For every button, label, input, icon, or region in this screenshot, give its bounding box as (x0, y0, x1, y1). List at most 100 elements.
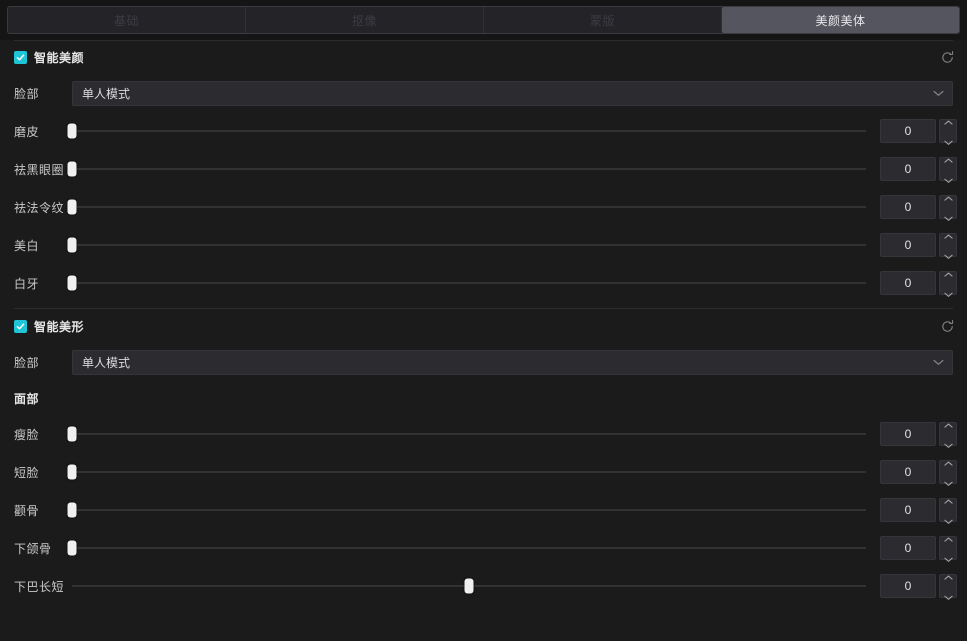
chevron-down-icon (933, 91, 944, 97)
chevron-down-icon (943, 216, 953, 221)
stepper-down-icon[interactable] (943, 132, 953, 150)
slider-face-slim[interactable] (67, 422, 866, 446)
value-input-slider-dark-circles[interactable]: 0 (880, 157, 936, 181)
slider-track (72, 509, 866, 511)
stepper-slider-whitening[interactable] (939, 233, 957, 259)
slider-thumb[interactable] (67, 502, 77, 518)
stepper-down-icon[interactable] (943, 473, 953, 491)
stepper-up-icon[interactable] (943, 264, 953, 282)
stepper-slider-face-slim[interactable] (939, 422, 957, 448)
stepper-down-icon[interactable] (943, 208, 953, 226)
slider-thumb[interactable] (67, 540, 77, 556)
slider-thumb[interactable] (67, 275, 77, 291)
slider-track (72, 168, 866, 170)
slider-teeth-whitening[interactable] (67, 271, 866, 295)
label-slider-dark-circles: 祛黑眼圈 (14, 162, 65, 177)
settings-scroll-panel[interactable]: 智能美颜 脸部 单人模式 磨皮 0 祛黑眼圈 0 祛法令纹 0 美白 0 白牙 0 智能美形 脸部 单人模式面… (0, 40, 967, 641)
chevron-down-icon (933, 355, 944, 369)
stepper-up-icon[interactable] (943, 491, 953, 509)
slider-thumb[interactable] (67, 237, 77, 253)
stepper-down-icon[interactable] (943, 435, 953, 453)
slider-thumb[interactable] (67, 199, 77, 215)
chevron-down-icon (943, 292, 953, 297)
stepper-slider-cheekbone[interactable] (939, 498, 957, 524)
stepper-slider-chin-length[interactable] (939, 574, 957, 600)
stepper-up-icon[interactable] (943, 150, 953, 168)
slider-jawbone[interactable] (67, 536, 866, 560)
stepper-down-icon[interactable] (943, 284, 953, 302)
spinner-slider-chin-length: 0 (880, 574, 957, 600)
slider-nasolabial[interactable] (67, 195, 866, 219)
spinner-slider-whitening: 0 (880, 233, 957, 259)
stepper-up-icon[interactable] (943, 415, 953, 433)
stepper-slider-nasolabial[interactable] (939, 195, 957, 221)
stepper-up-icon[interactable] (943, 112, 953, 130)
reset-button-smart-reshape[interactable] (937, 316, 957, 336)
slider-thumb[interactable] (67, 123, 77, 139)
section-header-smart-reshape: 智能美形 (0, 309, 967, 343)
section-smart-beauty: 智能美颜 脸部 单人模式 磨皮 0 祛黑眼圈 0 祛法令纹 0 美白 0 白牙 0 (0, 40, 967, 309)
slider-thumb[interactable] (67, 426, 77, 442)
slider-thumb[interactable] (67, 161, 77, 177)
stepper-slider-teeth-whitening[interactable] (939, 271, 957, 297)
label-slider-cheekbone: 颧骨 (14, 503, 40, 518)
section-title-smart-reshape: 智能美形 (34, 319, 85, 334)
face-mode-select-smart-beauty[interactable]: 单人模式 (72, 80, 953, 106)
spinner-slider-nasolabial: 0 (880, 195, 957, 221)
tab-keying[interactable]: 抠像 (246, 7, 484, 33)
value-input-slider-cheekbone[interactable]: 0 (880, 498, 936, 522)
slider-chin-length[interactable] (72, 574, 866, 598)
stepper-slider-jawbone[interactable] (939, 536, 957, 562)
reset-icon (941, 319, 953, 332)
value-input-slider-smoothing[interactable]: 0 (880, 119, 936, 143)
value-input-slider-face-slim[interactable]: 0 (880, 422, 936, 446)
value-input-slider-teeth-whitening[interactable]: 0 (880, 271, 936, 295)
spinner-slider-dark-circles: 0 (880, 157, 957, 183)
value-input-slider-whitening[interactable]: 0 (880, 233, 936, 257)
value-input-slider-chin-length[interactable]: 0 (880, 574, 936, 598)
spinner-slider-jawbone: 0 (880, 536, 957, 562)
stepper-slider-smoothing[interactable] (939, 119, 957, 145)
stepper-up-icon[interactable] (943, 567, 953, 585)
spinner-slider-face-slim: 0 (880, 422, 957, 448)
reset-icon (941, 50, 953, 63)
face-mode-value-smart-beauty: 单人模式 (82, 86, 131, 101)
slider-cheekbone[interactable] (67, 498, 866, 522)
section-checkbox-smart-beauty[interactable] (14, 50, 27, 64)
chevron-up-icon (943, 575, 953, 580)
face-mode-select-smart-reshape[interactable]: 单人模式 (72, 349, 953, 375)
slider-face-short[interactable] (67, 460, 866, 484)
spinner-slider-smoothing: 0 (880, 119, 957, 145)
chevron-up-icon (943, 196, 953, 201)
label-slider-face-short: 短脸 (14, 465, 40, 480)
slider-thumb[interactable] (67, 464, 77, 480)
reset-button-smart-beauty[interactable] (937, 47, 957, 67)
stepper-down-icon[interactable] (943, 246, 953, 264)
stepper-up-icon[interactable] (943, 188, 953, 206)
slider-smoothing[interactable] (67, 119, 866, 143)
slider-track (72, 471, 866, 473)
section-checkbox-smart-reshape[interactable] (14, 319, 27, 333)
stepper-down-icon[interactable] (943, 549, 953, 567)
slider-track (72, 244, 866, 246)
slider-track (72, 282, 866, 284)
value-input-slider-face-short[interactable]: 0 (880, 460, 936, 484)
tab-mask[interactable]: 蒙版 (484, 7, 722, 33)
stepper-down-icon[interactable] (943, 587, 953, 605)
stepper-slider-face-short[interactable] (939, 460, 957, 486)
tab-bar: 基础 抠像 蒙版 美颜美体 (0, 0, 967, 40)
stepper-down-icon[interactable] (943, 511, 953, 529)
tab-beauty-body[interactable]: 美颜美体 (722, 7, 959, 33)
stepper-down-icon[interactable] (943, 170, 953, 188)
slider-thumb[interactable] (464, 578, 474, 594)
slider-dark-circles[interactable] (67, 157, 866, 181)
value-input-slider-jawbone[interactable]: 0 (880, 536, 936, 560)
stepper-slider-dark-circles[interactable] (939, 157, 957, 183)
value-input-slider-nasolabial[interactable]: 0 (880, 195, 936, 219)
chevron-down-icon (933, 360, 944, 366)
stepper-up-icon[interactable] (943, 453, 953, 471)
slider-whitening[interactable] (67, 233, 866, 257)
tab-basic[interactable]: 基础 (8, 7, 246, 33)
stepper-up-icon[interactable] (943, 226, 953, 244)
stepper-up-icon[interactable] (943, 529, 953, 547)
